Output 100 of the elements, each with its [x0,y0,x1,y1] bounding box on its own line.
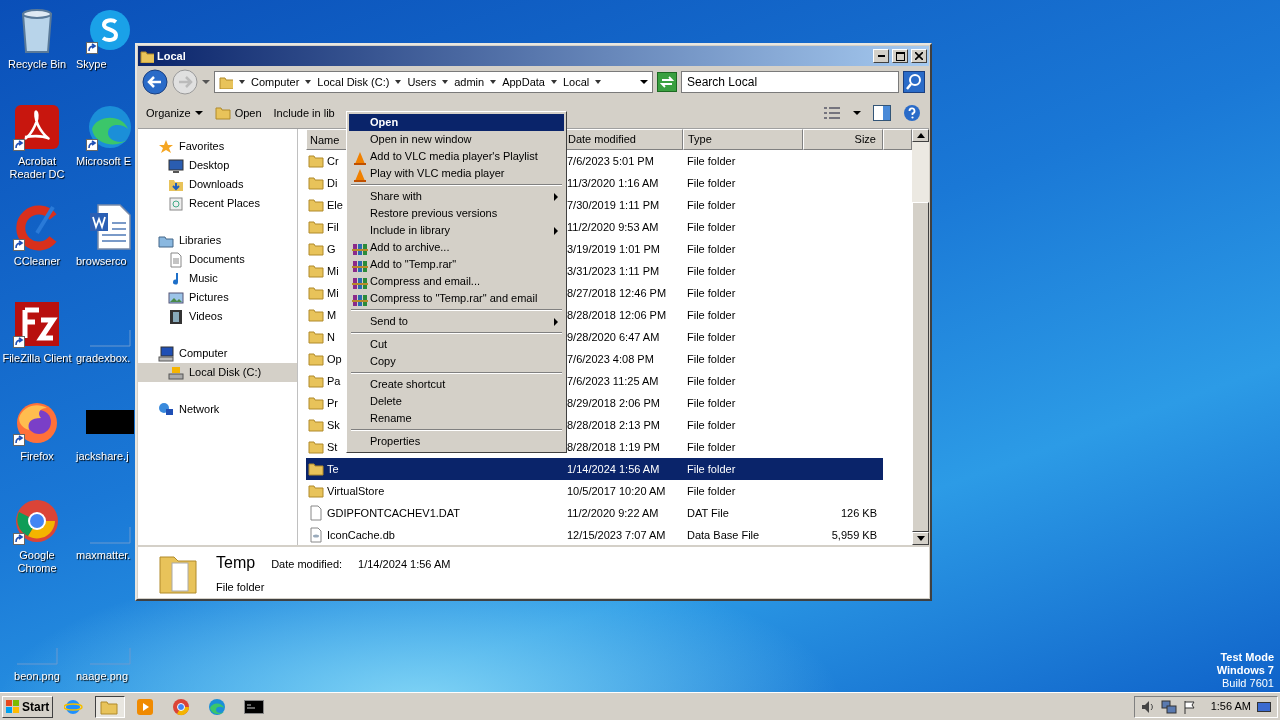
icon-label[interactable]: browserco [76,255,127,268]
icon-label[interactable]: CCleaner [13,255,61,268]
network-icon [158,401,174,418]
menu-item[interactable]: Play with VLC media player [349,165,564,182]
breadcrumb-item[interactable]: AppData [502,73,545,91]
toolbar-button[interactable]: Open [214,104,262,122]
file-item[interactable]: Di [306,172,340,194]
breadcrumb-item[interactable]: admin [454,73,485,91]
icon-label[interactable]: jackshare.j [76,450,129,463]
menu-item[interactable]: Add to VLC media player's Playlist [349,148,564,165]
caption-button[interactable] [873,49,889,63]
menu-item[interactable]: Cut [349,336,564,353]
search-field[interactable]: Search Local [681,71,899,93]
column-header[interactable]: Type [683,129,803,150]
file-item[interactable]: M [306,304,339,326]
file-item[interactable]: N [306,326,337,348]
icon-label[interactable]: gradexbox. [76,352,131,365]
menu-item[interactable]: Send to [349,313,564,330]
caption-button[interactable] [892,49,908,63]
file-item[interactable]: Mi [306,282,341,304]
file-item[interactable]: Te [306,458,341,480]
nav-item[interactable]: Downloads [138,175,297,194]
vertical-scrollbar[interactable] [912,129,929,545]
icon-label[interactable]: maxmatter. [76,549,131,562]
file-item[interactable]: Op [306,348,344,370]
scroll-up-button[interactable] [912,129,929,142]
menu-item[interactable]: Add to "Temp.rar" [349,256,564,273]
speaker-icon[interactable] [1140,699,1155,714]
menu-item[interactable]: Properties [349,433,564,450]
icon-label[interactable]: Google Chrome [0,549,74,575]
nav-item[interactable]: Documents [138,250,297,269]
nav-item[interactable]: Libraries [138,231,297,250]
menu-item[interactable]: Add to archive... [349,239,564,256]
file-item[interactable]: IconCache.db [306,524,397,545]
file-item[interactable]: GDIPFONTCACHEV1.DAT [306,502,463,524]
icon-label[interactable]: Skype [76,58,107,71]
breadcrumb-item[interactable]: Local Disk (C:) [317,73,390,91]
back-button[interactable] [142,69,168,95]
menu-item[interactable]: Open [349,114,564,131]
view-list-icon[interactable] [823,106,841,120]
icon-label[interactable]: Firefox [20,450,54,463]
toolbar-button[interactable]: Organize [146,104,203,122]
nav-item[interactable]: Desktop [138,156,297,175]
scroll-down-button[interactable] [912,532,929,545]
icon-label[interactable]: Acrobat Reader DC [0,155,74,181]
file-item[interactable]: Sk [306,414,342,436]
start-button[interactable]: Start [2,695,54,718]
file-item[interactable]: Ele [306,194,345,216]
caption-button[interactable] [911,49,927,63]
nav-item[interactable]: Videos [138,307,297,326]
history-caret-icon[interactable] [202,78,210,86]
menu-item[interactable]: Delete [349,393,564,410]
menu-item[interactable]: Rename [349,410,564,427]
toolbar-button[interactable]: Include in lib [273,104,335,122]
help-icon[interactable] [903,104,921,122]
icon-label[interactable]: FileZilla Client [2,352,72,365]
file-item[interactable]: Mi [306,260,341,282]
menu-item[interactable]: Include in library [349,222,564,239]
icon-label[interactable]: Recycle Bin [7,58,67,71]
file-item[interactable]: Pa [306,370,343,392]
edge-icon[interactable] [86,103,134,151]
menu-item[interactable]: Compress and email... [349,273,564,290]
column-header[interactable]: Size [803,129,883,150]
nav-item[interactable]: Music [138,269,297,288]
menu-item[interactable]: Copy [349,353,564,370]
nav-item[interactable]: Network [138,400,297,419]
menu-item[interactable]: Restore previous versions [349,205,564,222]
file-item[interactable]: St [306,436,340,458]
icon-label[interactable]: Microsoft E [76,155,131,168]
breadcrumb-item[interactable]: Users [407,73,437,91]
menu-item[interactable]: Create shortcut [349,376,564,393]
preview-pane-icon[interactable] [873,105,891,121]
breadcrumb-item[interactable]: Computer [251,73,300,91]
nav-item[interactable]: Local Disk (C:) [138,363,297,382]
address-bar[interactable]: Computer Local Disk (C:) Users admin AppData Local [214,71,653,93]
show-desktop-icon[interactable] [1257,699,1271,714]
scroll-thumb[interactable] [912,202,929,532]
filezilla-icon[interactable] [13,300,61,348]
network-status-icon[interactable] [1160,699,1177,714]
acrobat-icon[interactable] [13,103,61,151]
breadcrumb-item[interactable]: Local [562,73,590,91]
clock[interactable]: 1:56 AM [1210,698,1251,715]
file-item[interactable]: G [306,238,338,260]
nav-item[interactable]: Favorites [138,137,297,156]
nav-item[interactable]: Computer [138,344,297,363]
taskbar-app[interactable] [95,695,126,718]
chrome-icon[interactable] [13,497,61,545]
file-item[interactable]: VirtualStore [306,480,387,502]
nav-item[interactable]: Recent Places [138,194,297,213]
refresh-button[interactable] [657,72,677,92]
file-item[interactable]: Cr [306,150,341,172]
menu-item[interactable]: Compress to "Temp.rar" and email [349,290,564,307]
menu-item[interactable]: Share with [349,188,564,205]
caret-icon[interactable] [853,109,861,117]
file-item[interactable]: Fil [306,216,341,238]
file-item[interactable]: Pr [306,392,340,414]
menu-item[interactable]: Open in new window [349,131,564,148]
nav-item[interactable]: Pictures [138,288,297,307]
flag-icon[interactable] [1182,699,1197,714]
search-button[interactable] [903,71,925,93]
